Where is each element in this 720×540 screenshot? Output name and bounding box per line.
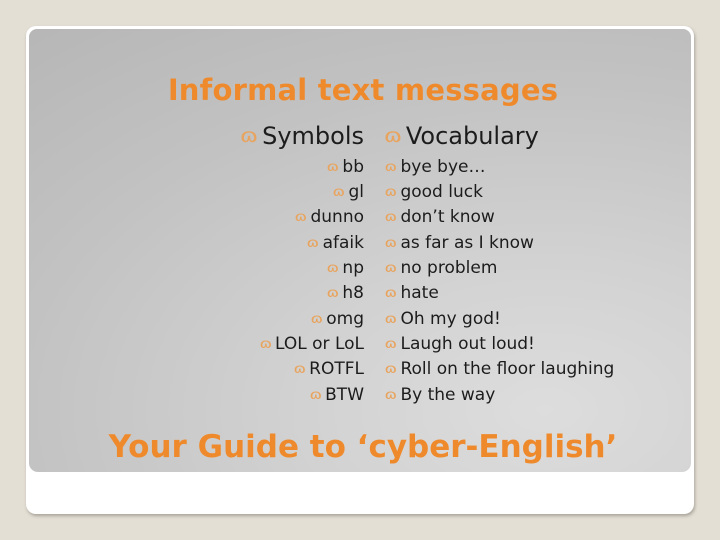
column-heading-symbols: ɷ Symbols: [184, 122, 364, 151]
list-item: ɷ By the way: [384, 383, 686, 408]
symbols-list: ɷ bb ɷ gl ɷ dunno ɷ afaik ɷ np ɷ h8 ɷ omg ɷ LOL …: [184, 155, 364, 408]
bullet-icon: ɷ: [326, 286, 340, 302]
list-item: ɷ don’t know: [384, 205, 686, 230]
bullet-icon: ɷ: [326, 159, 340, 175]
list-item-label: Laugh out loud!: [400, 333, 535, 354]
column-heading-vocabulary-label: Vocabulary: [405, 122, 539, 150]
bullet-icon: ɷ: [384, 336, 398, 352]
list-item: ɷ no problem: [384, 256, 686, 281]
list-item-label: as far as I know: [400, 232, 534, 253]
bullet-icon: ɷ: [309, 387, 322, 403]
bullet-icon: ɷ: [384, 362, 398, 378]
list-item: ɷ good luck: [384, 180, 686, 205]
list-item: ɷ hate: [384, 281, 686, 306]
list-item: ɷ gl: [184, 180, 364, 205]
bullet-icon: ɷ: [326, 261, 340, 277]
list-item-label: good luck: [400, 182, 483, 203]
list-item-label: Roll on the floor laughing: [400, 359, 615, 380]
bullet-icon: ɷ: [384, 311, 398, 327]
list-item: ɷ afaik: [184, 231, 364, 256]
list-item: ɷ Laugh out loud!: [384, 332, 686, 357]
list-item-label: LOL or LoL: [275, 333, 364, 354]
list-item: ɷ h8: [184, 281, 364, 306]
bullet-icon: ɷ: [293, 362, 306, 378]
bullet-icon: ɷ: [306, 235, 320, 251]
list-item-label: no problem: [400, 258, 498, 279]
list-item-label: Oh my god!: [400, 308, 501, 329]
slide-footer-band: [29, 472, 691, 511]
column-symbols: ɷ Symbols ɷ bb ɷ gl ɷ dunno ɷ afaik ɷ np ɷ h8 ɷ…: [184, 122, 364, 408]
bullet-icon: ɷ: [384, 159, 398, 175]
bullet-icon: ɷ: [239, 125, 259, 147]
bullet-icon: ɷ: [310, 311, 323, 327]
list-item: ɷ BTW: [184, 383, 364, 408]
bullet-icon: ɷ: [384, 185, 398, 201]
list-item-label: don’t know: [400, 207, 495, 228]
list-item: ɷ bye bye…: [384, 155, 686, 180]
list-item: ɷ bb: [184, 155, 364, 180]
list-item: ɷ LOL or LoL: [184, 332, 364, 357]
slide-frame: Informal text messages ɷ Symbols ɷ bb ɷ gl …: [26, 26, 694, 514]
list-item: ɷ ROTFL: [184, 357, 364, 382]
list-item-label: bb: [342, 156, 364, 177]
column-heading-vocabulary: ɷ Vocabulary: [383, 122, 686, 151]
slide-subtitle: Your Guide to ‘cyber-English’: [108, 429, 618, 465]
list-item-label: ROTFL: [309, 359, 364, 380]
column-vocabulary: ɷ Vocabulary ɷ bye bye… ɷ good luck ɷ don’t …: [383, 122, 686, 408]
list-item: ɷ Roll on the floor laughing: [384, 357, 686, 382]
list-item-label: omg: [326, 308, 364, 329]
slide-content-area: Informal text messages ɷ Symbols ɷ bb ɷ gl …: [29, 29, 691, 472]
vocabulary-list: ɷ bye bye… ɷ good luck ɷ don’t know ɷ as far…: [384, 155, 686, 408]
list-item-label: BTW: [325, 384, 364, 405]
column-heading-symbols-label: Symbols: [262, 122, 364, 150]
list-item: ɷ Oh my god!: [384, 307, 686, 332]
list-item-label: afaik: [322, 232, 364, 253]
bullet-icon: ɷ: [384, 387, 398, 403]
list-item-label: np: [342, 258, 364, 279]
list-item: ɷ as far as I know: [384, 231, 686, 256]
two-column-glossary: ɷ Symbols ɷ bb ɷ gl ɷ dunno ɷ afaik ɷ np ɷ h8 ɷ…: [29, 122, 694, 423]
list-item-label: gl: [348, 182, 364, 203]
list-item-label: By the way: [400, 384, 496, 405]
bullet-icon: ɷ: [383, 125, 403, 147]
list-item-label: dunno: [310, 207, 364, 228]
list-item-label: hate: [400, 283, 439, 304]
bullet-icon: ɷ: [332, 185, 346, 201]
list-item-label: bye bye…: [400, 156, 486, 177]
bullet-icon: ɷ: [384, 261, 398, 277]
list-item: ɷ np: [184, 256, 364, 281]
bullet-icon: ɷ: [384, 286, 398, 302]
list-item: ɷ dunno: [184, 205, 364, 230]
page-title: Informal text messages: [167, 73, 559, 107]
bullet-icon: ɷ: [258, 336, 272, 352]
list-item: ɷ omg: [184, 307, 364, 332]
list-item-label: h8: [342, 283, 364, 304]
bullet-icon: ɷ: [384, 235, 398, 251]
bullet-icon: ɷ: [384, 210, 398, 226]
bullet-icon: ɷ: [294, 210, 308, 226]
